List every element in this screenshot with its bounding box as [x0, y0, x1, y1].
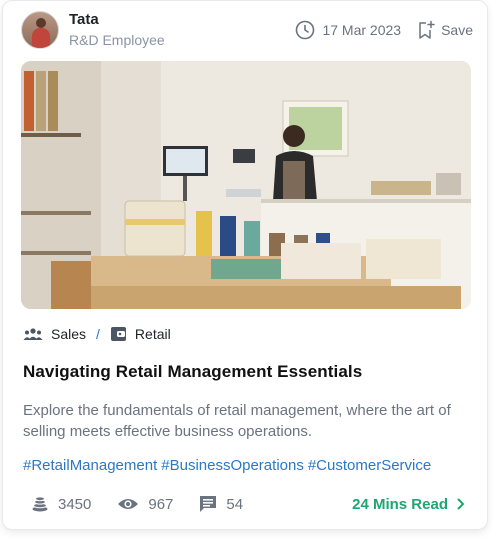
category-breadcrumb: Sales / Retail — [23, 326, 171, 342]
tag-link[interactable]: #CustomerService — [308, 457, 431, 474]
category-label: Sales — [51, 326, 87, 342]
category-label: Retail — [134, 326, 171, 342]
bookmark-add-icon — [419, 20, 435, 39]
coins-stat: 3450 — [31, 496, 91, 513]
category-retail[interactable]: Retail — [110, 326, 171, 342]
coins-icon — [32, 496, 48, 512]
article-card[interactable]: Tata R&D Employee 17 Mar 2023 Save Sales… — [2, 0, 488, 530]
author-name[interactable]: Tata — [69, 11, 165, 29]
people-icon — [23, 328, 43, 340]
eye-icon — [118, 499, 139, 509]
publish-date: 17 Mar 2023 — [322, 22, 402, 38]
author-info: Tata R&D Employee — [69, 11, 165, 49]
clock-icon — [296, 20, 315, 40]
avatar[interactable] — [21, 11, 59, 49]
save-label: Save — [441, 22, 473, 38]
tag-link[interactable]: #RetailManagement — [23, 457, 157, 474]
article-stats: 3450 967 54 24 Mins Read — [31, 495, 465, 513]
header-meta: 17 Mar 2023 Save — [295, 20, 473, 40]
tag-list: #RetailManagement #BusinessOperations #C… — [23, 457, 431, 474]
read-time-link[interactable]: 24 Mins Read — [352, 496, 465, 513]
views-stat: 967 — [117, 496, 173, 513]
chevron-right-icon — [457, 498, 464, 510]
comments-count: 54 — [226, 495, 244, 513]
breadcrumb-separator: / — [96, 326, 100, 342]
wallet-icon — [110, 327, 126, 341]
comment-icon — [200, 496, 217, 512]
article-description: Explore the fundamentals of retail manag… — [23, 402, 451, 440]
article-title[interactable]: Navigating Retail Management Essentials — [23, 362, 362, 382]
views-count: 967 — [148, 495, 174, 513]
coins-count: 3450 — [58, 495, 92, 513]
article-image[interactable] — [21, 61, 471, 309]
category-sales[interactable]: Sales — [23, 326, 86, 342]
save-button[interactable]: Save — [417, 20, 473, 40]
tag-link[interactable]: #BusinessOperations — [161, 457, 304, 474]
author-role: R&D Employee — [69, 32, 165, 48]
comments-stat: 54 — [199, 495, 243, 513]
card-header: Tata R&D Employee 17 Mar 2023 Save — [21, 10, 473, 50]
read-time-label: 24 Mins Read — [352, 495, 448, 513]
